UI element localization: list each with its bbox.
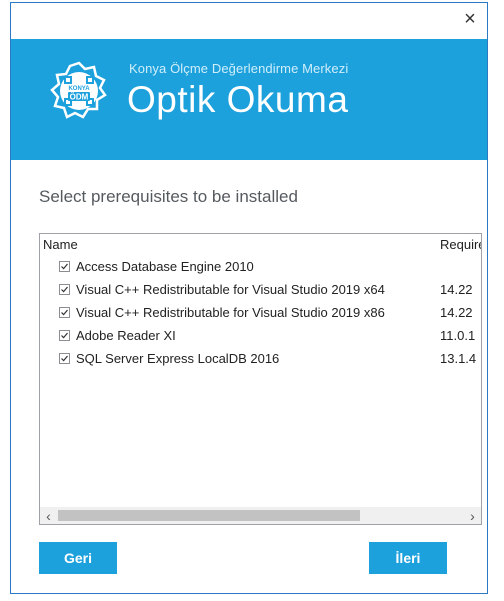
close-icon: × [464, 8, 476, 30]
column-header-name[interactable]: Name [43, 237, 78, 252]
chevron-left-icon: ‹ [46, 507, 51, 524]
item-name: Adobe Reader XI [76, 328, 176, 343]
svg-text:ÖDM: ÖDM [70, 93, 89, 102]
item-name: Access Database Engine 2010 [76, 259, 254, 274]
item-version: 14.22 [440, 282, 473, 297]
list-rows: Access Database Engine 2010 Visual C++ R… [40, 256, 481, 371]
checkbox[interactable] [59, 261, 70, 272]
checkbox[interactable] [59, 353, 70, 364]
app-title: Optik Okuma [127, 79, 349, 120]
organization-name: Konya Ölçme Değerlendirme Merkezi [129, 61, 349, 76]
odm-logo: KONYA ÖDM [47, 59, 111, 123]
installer-window: × KONYA ÖDM Konya Ölçme Değerlendirme Me… [10, 2, 488, 594]
item-name: SQL Server Express LocalDB 2016 [76, 351, 280, 366]
item-version: 11.0.1 [440, 328, 476, 343]
column-header-required[interactable]: Required [440, 237, 481, 252]
item-name: Visual C++ Redistributable for Visual St… [76, 282, 385, 297]
list-item[interactable]: Visual C++ Redistributable for Visual St… [40, 302, 481, 325]
list-header: Name Required [40, 234, 481, 254]
item-version: 14.22 [440, 305, 473, 320]
scroll-left-button[interactable]: ‹ [40, 507, 57, 524]
close-button[interactable]: × [455, 5, 485, 33]
scroll-right-button[interactable]: › [464, 507, 481, 524]
back-button[interactable]: Geri [39, 542, 117, 574]
list-item[interactable]: Adobe Reader XI 11.0.1 [40, 325, 481, 348]
page-heading: Select prerequisites to be installed [39, 187, 298, 206]
checkbox[interactable] [59, 330, 70, 341]
item-version: 13.1.4 [440, 351, 477, 366]
scrollbar-thumb[interactable] [58, 510, 360, 521]
prerequisites-list[interactable]: Name Required Access Database Engine 201… [39, 233, 482, 525]
svg-text:KONYA: KONYA [68, 86, 90, 92]
chevron-right-icon: › [470, 507, 475, 524]
title-bar: × [11, 3, 487, 39]
next-button[interactable]: İleri [369, 542, 447, 574]
checkbox[interactable] [59, 307, 70, 318]
header-banner: KONYA ÖDM Konya Ölçme Değerlendirme Merk… [11, 39, 487, 160]
list-item[interactable]: Access Database Engine 2010 [40, 256, 481, 279]
checkbox[interactable] [59, 284, 70, 295]
list-item[interactable]: SQL Server Express LocalDB 2016 13.1.4 [40, 348, 481, 371]
horizontal-scrollbar[interactable]: ‹ › [40, 507, 481, 524]
item-name: Visual C++ Redistributable for Visual St… [76, 305, 385, 320]
list-item[interactable]: Visual C++ Redistributable for Visual St… [40, 279, 481, 302]
